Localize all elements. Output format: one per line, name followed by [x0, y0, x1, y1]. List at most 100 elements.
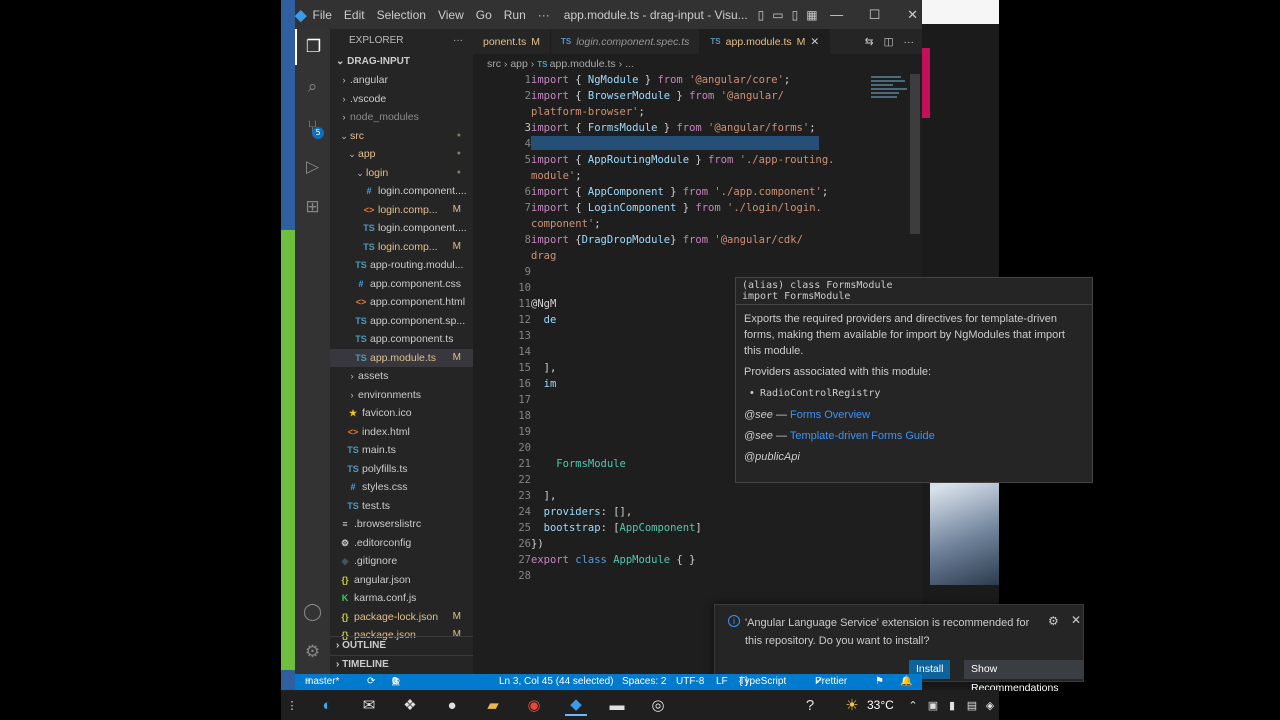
tree-item[interactable]: TS app-routing.modul... — [330, 256, 473, 275]
show-recommendations-button[interactable]: Show Recommendations — [964, 660, 1083, 694]
tab-login-component[interactable]: ponent.ts M — [473, 29, 551, 54]
mail-icon[interactable]: ✉ — [358, 694, 380, 716]
cursor-position[interactable]: Ln 3, Col 45 (44 selected) — [499, 674, 614, 690]
tree-item[interactable]: TS app.component.sp... — [330, 312, 473, 331]
tree-item[interactable]: TS main.ts — [330, 441, 473, 460]
background-window-titlebar — [922, 0, 999, 24]
help-icon[interactable]: ? — [799, 694, 821, 716]
breadcrumb-file[interactable]: app.module.ts — [550, 58, 616, 70]
tree-item[interactable]: TS app.component.ts — [330, 330, 473, 349]
github-desktop-icon[interactable]: ● — [441, 694, 463, 716]
tab-app-module[interactable]: TS app.module.ts M ✕ — [700, 29, 831, 54]
source-control-icon[interactable]: ⑂ 5 — [295, 109, 330, 145]
tree-item[interactable]: › assets — [330, 367, 473, 386]
sync-icon[interactable]: ⟳ — [367, 674, 375, 690]
tree-item[interactable]: › node_modules — [330, 108, 473, 127]
tree-item[interactable]: # login.component.... — [330, 182, 473, 201]
tree-item[interactable]: # styles.css — [330, 478, 473, 497]
chrome-icon[interactable]: ◉ — [523, 694, 545, 716]
obs-icon[interactable]: ◎ — [647, 694, 669, 716]
tree-item[interactable]: <> login.comp... M — [330, 201, 473, 220]
indentation-status[interactable]: Spaces: 2 — [622, 674, 666, 690]
tree-item[interactable]: › .vscode — [330, 90, 473, 109]
volume-icon[interactable]: ◈ — [979, 694, 1001, 716]
menu-view[interactable]: View — [432, 8, 470, 22]
breadcrumb-src[interactable]: src — [487, 58, 501, 70]
explorer-icon[interactable]: ❐ — [295, 29, 330, 65]
forms-overview-link[interactable]: Forms Overview — [790, 409, 870, 421]
breadcrumb-app[interactable]: app — [510, 58, 528, 70]
menu-edit[interactable]: Edit — [338, 8, 371, 22]
file-explorer-icon[interactable]: ▰ — [482, 694, 504, 716]
tree-item[interactable]: TS polyfills.ts — [330, 460, 473, 479]
notifications-bell-icon[interactable]: 🔔 — [900, 674, 912, 690]
toggle-sidebar-icon[interactable]: ▯ — [758, 8, 765, 22]
timeline-section[interactable]: › TIMELINE — [330, 655, 473, 673]
vscode-taskbar-icon[interactable]: ◆ — [565, 694, 587, 716]
tree-item[interactable]: <> index.html — [330, 423, 473, 442]
tree-item[interactable]: ◆ .gitignore — [330, 552, 473, 571]
tree-item[interactable]: TS test.ts — [330, 497, 473, 516]
close-icon[interactable]: ✕ — [1071, 613, 1081, 627]
terminal-icon[interactable]: ▬ — [606, 694, 628, 716]
extensions-icon[interactable]: ⊞ — [295, 189, 330, 225]
workspace-root[interactable]: ⌄ DRAG-INPUT — [330, 53, 473, 71]
weather-icon[interactable]: ☀ — [841, 694, 863, 716]
toggle-panel-icon[interactable]: ▭ — [772, 8, 783, 22]
menu-selection[interactable]: Selection — [371, 8, 432, 22]
close-tab-icon[interactable]: ✕ — [810, 36, 819, 48]
tree-item[interactable]: › .angular — [330, 71, 473, 90]
accounts-icon[interactable]: ◯ — [295, 594, 330, 630]
code-line: import { NgModule } from '@angular/core'… — [531, 74, 790, 86]
css-file-icon: # — [350, 482, 356, 492]
tree-item[interactable]: ★ favicon.ico — [330, 404, 473, 423]
compare-changes-icon[interactable]: ⇆ — [865, 36, 874, 48]
code-token: import — [531, 74, 569, 86]
maximize-icon[interactable]: ☐ — [856, 7, 894, 23]
edge-browser-icon[interactable]: ◐ — [316, 694, 338, 716]
feedback-icon[interactable]: ⚑ — [875, 674, 884, 690]
tree-item[interactable]: {} angular.json — [330, 571, 473, 590]
tree-item[interactable]: › environments — [330, 386, 473, 405]
tree-item[interactable]: # app.component.css — [330, 275, 473, 294]
editor-scrollbar[interactable] — [910, 74, 920, 234]
explorer-more-icon[interactable]: ··· — [453, 29, 463, 53]
menu-more[interactable]: ··· — [532, 8, 556, 22]
run-debug-icon[interactable]: ▷ — [295, 149, 330, 185]
editor-more-icon[interactable]: ··· — [904, 36, 915, 48]
tree-item[interactable]: TS login.component.... — [330, 219, 473, 238]
tree-item[interactable]: ⌄ app ● — [330, 145, 473, 164]
manage-gear-icon[interactable]: ⚙ — [295, 634, 330, 670]
toggle-secondary-sidebar-icon[interactable]: ▯ — [792, 8, 799, 22]
dropbox-icon[interactable]: ❖ — [399, 694, 421, 716]
breadcrumb-symbol[interactable]: ... — [625, 58, 634, 70]
chevron-up-icon[interactable]: ⌃ — [902, 694, 924, 716]
encoding-status[interactable]: UTF-8 — [676, 674, 704, 690]
tree-item[interactable]: ⚙ .editorconfig — [330, 534, 473, 553]
tree-item[interactable]: ⌄ src ● — [330, 127, 473, 146]
tree-item[interactable]: {} package-lock.json M — [330, 608, 473, 627]
tab-login-component-spec[interactable]: TS login.component.spec.ts — [551, 29, 701, 54]
split-editor-icon[interactable]: ◫ — [884, 36, 894, 48]
outline-section[interactable]: › OUTLINE — [330, 636, 473, 654]
tree-item[interactable]: Kkarma.conf.js — [330, 589, 473, 608]
temperature[interactable]: 33°C — [867, 690, 894, 720]
tree-item[interactable]: <> app.component.html — [330, 293, 473, 312]
menu-file[interactable]: File — [307, 8, 338, 22]
search-icon[interactable]: ⌕ — [295, 69, 330, 105]
gear-icon[interactable]: ⚙ — [1048, 614, 1059, 628]
template-driven-forms-link[interactable]: Template-driven Forms Guide — [790, 430, 935, 442]
close-window-icon[interactable]: ✕ — [894, 7, 932, 23]
eol-status[interactable]: LF — [716, 674, 728, 690]
minimap[interactable] — [871, 74, 911, 114]
menu-go[interactable]: Go — [470, 8, 498, 22]
tree-item[interactable]: ⌄ login ● — [330, 164, 473, 183]
tree-item[interactable]: TS login.comp... M — [330, 238, 473, 257]
tree-item[interactable]: ≡ .browserslistrc — [330, 515, 473, 534]
tree-item[interactable]: TS app.module.ts M — [330, 348, 473, 367]
minimize-icon[interactable]: — — [818, 7, 856, 23]
task-view-icon[interactable]: ⋮ — [281, 694, 303, 716]
customize-layout-icon[interactable]: ▦ — [806, 8, 817, 22]
microphone-icon[interactable]: ▮ — [941, 694, 963, 716]
menu-run[interactable]: Run — [498, 8, 532, 22]
